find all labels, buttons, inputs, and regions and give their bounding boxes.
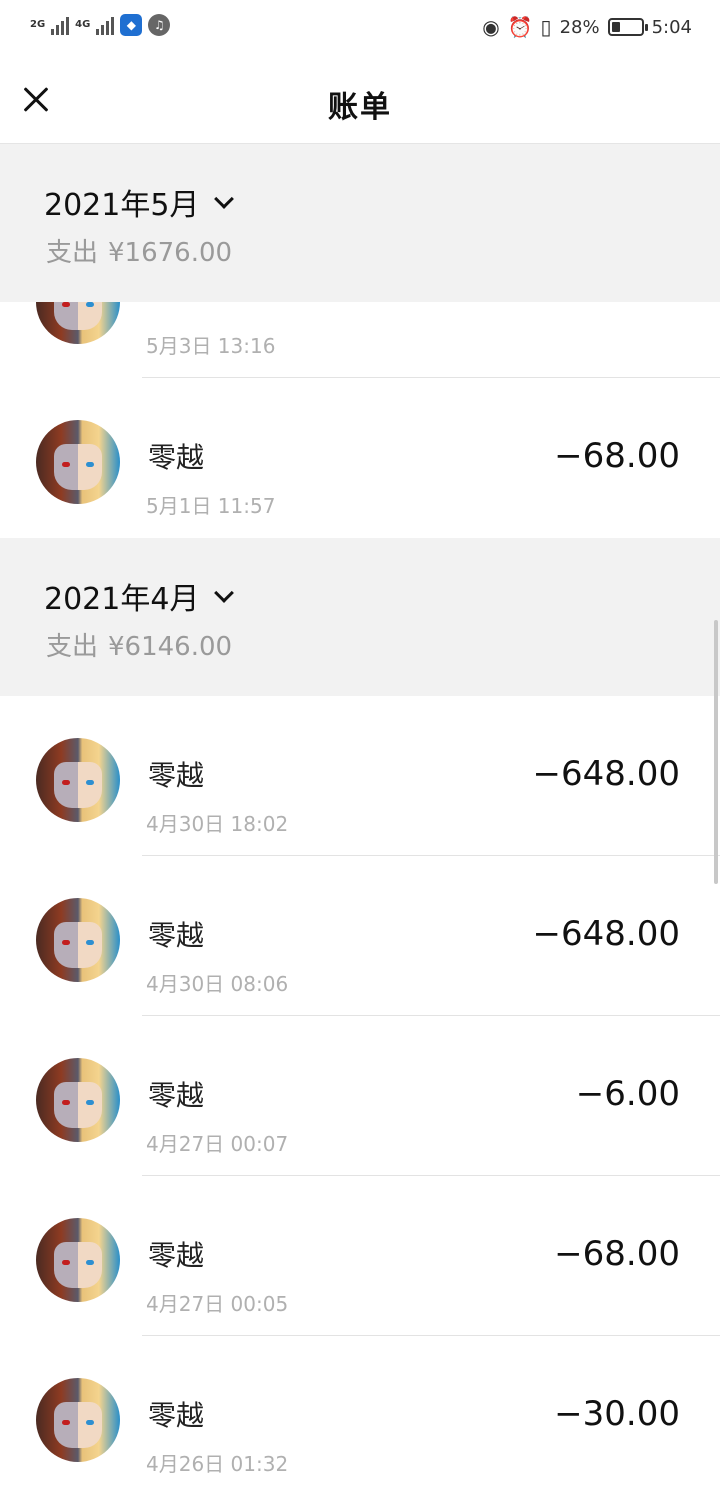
list-item[interactable]: 零越 4月27日 00:07 −6.00 (0, 1016, 720, 1176)
payee-name: 零越 (148, 919, 205, 952)
total-value: ¥1676.00 (108, 238, 233, 268)
status-bar: 2G 4G ◆ ♫ ◉ ⏰ ▯ 28% 5:04 (0, 0, 720, 56)
month-header-may[interactable]: 2021年5月 支出 ¥1676.00 (0, 144, 720, 302)
total-value: ¥6146.00 (108, 632, 233, 662)
chevron-down-icon (214, 189, 235, 209)
clock: 5:04 (651, 16, 692, 38)
payee-name: 零越 (148, 1079, 205, 1112)
status-left: 2G 4G ◆ ♫ (30, 14, 171, 36)
list-item[interactable]: 零越 4月30日 08:06 −648.00 (0, 856, 720, 1016)
network-type-2: 4G (75, 19, 91, 30)
list-item[interactable]: 零越 4月27日 00:05 −68.00 (0, 1176, 720, 1336)
scrollbar[interactable] (714, 620, 718, 884)
vibrate-icon: ▯ (540, 15, 552, 39)
transaction-amount: −30.00 (554, 1394, 680, 1434)
transaction-amount: −6.00 (575, 1074, 680, 1114)
avatar (36, 1378, 120, 1462)
list-item[interactable]: 零越 4月30日 18:02 −648.00 (0, 696, 720, 856)
avatar (36, 898, 120, 982)
transaction-time: 4月27日 00:07 (146, 1132, 289, 1156)
avatar (36, 1058, 120, 1142)
month-selector[interactable]: 2021年5月 (44, 180, 235, 224)
month-label: 2021年4月 (44, 582, 200, 617)
payee-name: 零越 (148, 1239, 205, 1272)
transaction-amount: −68.00 (554, 1234, 680, 1274)
transaction-amount: −68.00 (554, 436, 680, 476)
avatar (36, 1218, 120, 1302)
month-header-april[interactable]: 2021年4月 支出 ¥6146.00 (0, 538, 720, 696)
signal-icon (51, 15, 70, 35)
payee-name: 零越 (148, 759, 205, 792)
month-total: 支出 ¥6146.00 (46, 626, 242, 663)
signal-icon-2 (96, 15, 115, 35)
transaction-time: 4月30日 08:06 (146, 972, 289, 996)
status-right: ◉ ⏰ ▯ 28% 5:04 (482, 15, 692, 39)
chevron-down-icon (214, 583, 235, 603)
transaction-time: 5月1日 11:57 (146, 494, 276, 518)
battery-icon (607, 18, 648, 36)
avatar (36, 420, 120, 504)
avatar (36, 738, 120, 822)
bill-list[interactable]: 5月3日 13:16 零越 5月1日 11:57 −68.00 2021年5月 … (0, 144, 720, 1496)
eye-icon: ◉ (482, 15, 500, 39)
total-label: 支出 (46, 238, 99, 268)
payee-name: 零越 (148, 1399, 205, 1432)
transaction-amount: −648.00 (532, 754, 680, 794)
app-shield-icon: ◆ (120, 14, 143, 36)
month-selector[interactable]: 2021年4月 (44, 574, 235, 618)
month-label: 2021年5月 (44, 188, 200, 223)
total-label: 支出 (46, 632, 99, 662)
app-header: 账单 (0, 56, 720, 144)
month-total: 支出 ¥1676.00 (46, 232, 242, 269)
transaction-time: 4月27日 00:05 (146, 1292, 289, 1316)
payee-name: 零越 (148, 441, 205, 474)
network-type-1: 2G (30, 19, 46, 30)
transaction-time: 4月30日 18:02 (146, 812, 289, 836)
transaction-time: 5月3日 13:16 (146, 334, 276, 358)
page-title: 账单 (328, 90, 392, 125)
battery-percent: 28% (559, 16, 600, 38)
alarm-icon: ⏰ (507, 15, 533, 39)
app-voice-icon: ♫ (148, 14, 171, 36)
list-item[interactable]: 零越 5月1日 11:57 −68.00 (0, 378, 720, 538)
transaction-time: 4月26日 01:32 (146, 1452, 289, 1476)
list-item[interactable]: 零越 4月26日 01:32 −30.00 (0, 1336, 720, 1496)
transaction-amount: −648.00 (532, 914, 680, 954)
